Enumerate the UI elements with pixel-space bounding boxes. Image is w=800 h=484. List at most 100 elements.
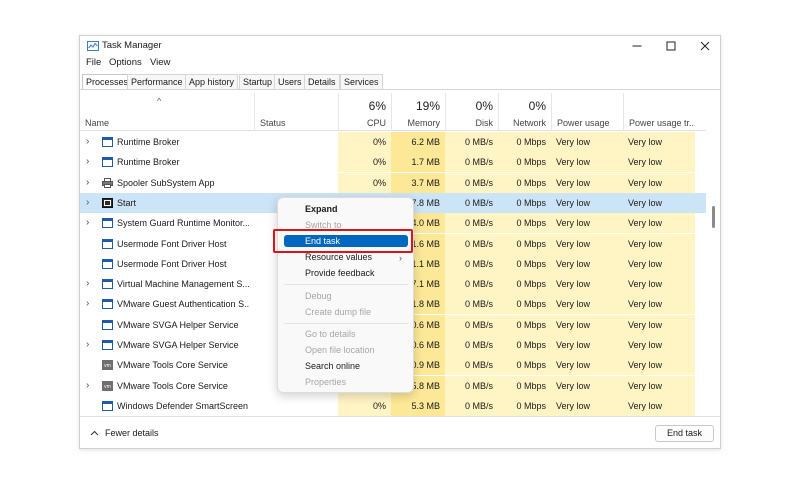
cell-memory: 1.7 MB [391, 152, 445, 173]
col-power-usage-trend[interactable]: Power usage tr... [623, 93, 695, 131]
chevron-right-icon: › [399, 253, 402, 263]
col-power-usage[interactable]: Power usage [551, 93, 623, 131]
chevron-right-icon[interactable]: › [86, 132, 89, 152]
cell-power-usage: Very low [551, 375, 623, 396]
cell-power-usage-trend: Very low [623, 233, 695, 254]
cell-power-usage: Very low [551, 355, 623, 376]
tab-processes[interactable]: Processes [82, 74, 133, 90]
cell-network: 0 Mbps [498, 375, 551, 396]
ctx-end-task[interactable]: End task [284, 235, 408, 247]
cell-disk: 0 MB/s [445, 355, 498, 376]
tab-services[interactable]: Services [340, 74, 383, 89]
col-cpu[interactable]: 6% CPU [338, 93, 391, 131]
tab-app-history[interactable]: App history [185, 74, 239, 89]
ctx-search-online[interactable]: Search online [305, 361, 360, 371]
menu-options[interactable]: Options [109, 57, 142, 68]
cell-memory: 6.2 MB [391, 132, 445, 152]
cell-power-usage: Very low [551, 314, 623, 335]
process-row[interactable]: › Runtime Broker 0% 1.7 MB 0 MB/s 0 Mbps Very … [80, 152, 706, 173]
ctx-switch-to: Switch to [305, 220, 342, 230]
ctx-debug: Debug [305, 291, 332, 301]
context-menu: Expand Switch to End task Resource value… [277, 197, 414, 393]
chevron-right-icon[interactable]: › [86, 376, 89, 396]
chevron-right-icon[interactable]: › [86, 213, 89, 233]
col-memory[interactable]: 19% Memory [391, 93, 445, 131]
tab-divider [80, 89, 720, 90]
chevron-right-icon[interactable]: › [86, 152, 89, 172]
tab-details[interactable]: Details [304, 74, 340, 89]
col-name[interactable]: Name [80, 93, 254, 131]
maximize-button[interactable] [654, 36, 688, 56]
fewer-details-button[interactable]: Fewer details [90, 428, 159, 438]
close-button[interactable] [688, 36, 722, 56]
start-icon [102, 197, 113, 208]
cell-power-usage: Very low [551, 335, 623, 355]
cell-disk: 0 MB/s [445, 172, 498, 193]
col-disk[interactable]: 0% Disk [445, 93, 498, 131]
fewer-details-label: Fewer details [105, 428, 159, 438]
process-row[interactable]: › Runtime Broker 0% 6.2 MB 0 MB/s 0 Mbps Very … [80, 132, 706, 152]
title-bar: Task Manager [80, 36, 720, 56]
cell-power-usage-trend: Very low [623, 132, 695, 152]
cell-power-usage: Very low [551, 274, 623, 295]
col-network[interactable]: 0% Network [498, 93, 551, 131]
ctx-separator [284, 284, 408, 285]
cell-power-usage: Very low [551, 152, 623, 173]
window-icon [102, 238, 113, 249]
window-title: Task Manager [102, 40, 162, 51]
process-row[interactable]: › Spooler SubSystem App 0% 3.7 MB 0 MB/s 0 Mb… [80, 172, 706, 193]
process-name: Windows Defender SmartScreen [117, 400, 249, 411]
cell-network: 0 Mbps [498, 233, 551, 254]
process-name: Runtime Broker [117, 157, 180, 168]
ctx-create-dump-file: Create dump file [305, 307, 372, 317]
vertical-scrollbar[interactable] [712, 206, 715, 228]
cell-disk: 0 MB/s [445, 213, 498, 234]
col-status[interactable]: Status [254, 93, 338, 131]
ctx-provide-feedback[interactable]: Provide feedback [305, 268, 375, 278]
minimize-icon [632, 45, 642, 47]
menu-file[interactable]: File [86, 57, 101, 68]
ctx-expand[interactable]: Expand [305, 204, 338, 214]
svg-text:vm: vm [104, 363, 111, 369]
cell-power-usage-trend: Very low [623, 253, 695, 274]
cell-disk: 0 MB/s [445, 395, 498, 416]
cell-power-usage-trend: Very low [623, 375, 695, 396]
cell-power-usage: Very low [551, 172, 623, 193]
cell-disk: 0 MB/s [445, 274, 498, 295]
process-name: Virtual Machine Management S... [117, 279, 249, 290]
cell-disk: 0 MB/s [445, 132, 498, 152]
chevron-right-icon[interactable]: › [86, 274, 89, 294]
chevron-right-icon[interactable]: › [86, 173, 89, 193]
printer-icon [102, 177, 113, 188]
cell-network: 0 Mbps [498, 355, 551, 376]
chevron-right-icon[interactable]: › [86, 193, 89, 213]
window-icon [102, 279, 113, 290]
cell-power-usage: Very low [551, 294, 623, 315]
ctx-go-to-details: Go to details [305, 329, 356, 339]
svg-text:vm: vm [104, 384, 111, 390]
cell-power-usage-trend: Very low [623, 395, 695, 416]
chevron-right-icon[interactable]: › [86, 335, 89, 355]
cell-disk: 0 MB/s [445, 314, 498, 335]
window-icon [102, 400, 113, 411]
cell-disk: 0 MB/s [445, 233, 498, 254]
end-task-button[interactable]: End task [655, 425, 714, 442]
process-name: VMware Guest Authentication S... [117, 299, 249, 310]
cell-power-usage-trend: Very low [623, 294, 695, 315]
tab-users[interactable]: Users [274, 74, 306, 89]
tab-performance[interactable]: Performance [127, 74, 187, 89]
ctx-resource-values[interactable]: Resource values [305, 252, 372, 262]
cell-power-usage: Very low [551, 192, 623, 213]
process-name: Start [117, 197, 137, 208]
cell-power-usage: Very low [551, 233, 623, 254]
chevron-right-icon[interactable]: › [86, 294, 89, 314]
ctx-separator [284, 323, 408, 324]
minimize-button[interactable] [620, 36, 654, 56]
tab-bar: Processes Performance App history Startu… [80, 74, 720, 90]
process-row[interactable]: Windows Defender SmartScreen 0% 5.3 MB 0 MB… [80, 395, 706, 416]
cell-network: 0 Mbps [498, 152, 551, 173]
menu-view[interactable]: View [150, 57, 170, 68]
tab-startup[interactable]: Startup [239, 74, 277, 89]
cell-disk: 0 MB/s [445, 152, 498, 173]
cell-network: 0 Mbps [498, 213, 551, 234]
